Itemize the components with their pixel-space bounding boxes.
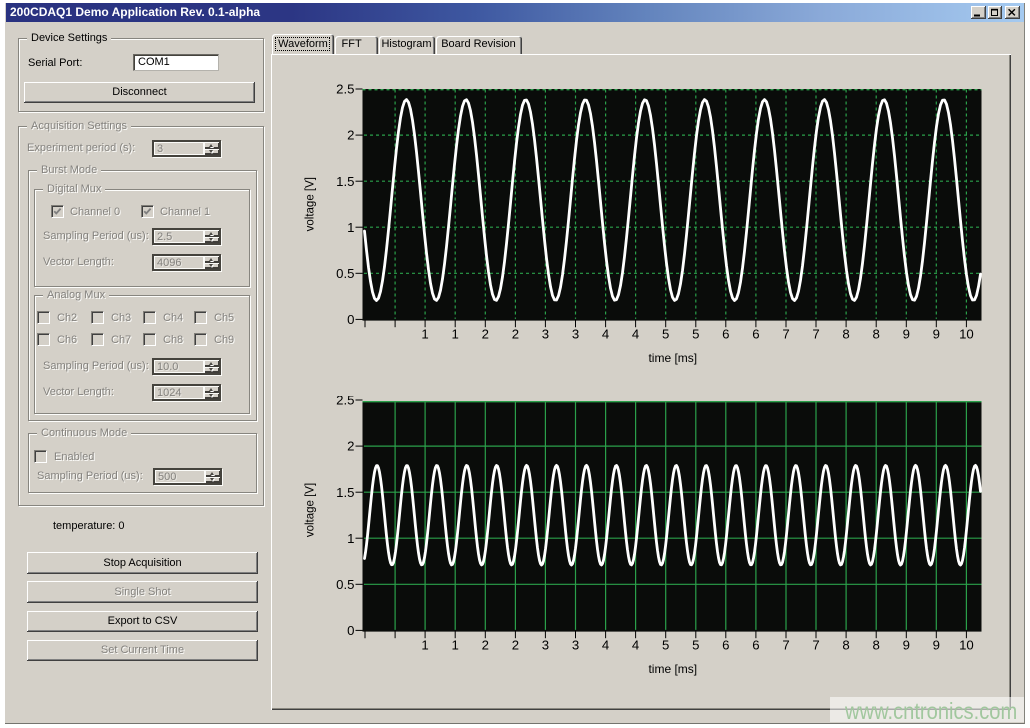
svg-text:1: 1 xyxy=(452,637,459,652)
svg-text:9: 9 xyxy=(903,637,910,652)
svg-text:6: 6 xyxy=(752,637,759,652)
svg-text:2.5: 2.5 xyxy=(336,84,354,97)
svg-text:voltage [V]: voltage [V] xyxy=(305,483,317,537)
svg-text:2: 2 xyxy=(482,637,489,652)
svg-text:5: 5 xyxy=(662,637,669,652)
svg-text:7: 7 xyxy=(812,637,819,652)
svg-text:6: 6 xyxy=(722,326,729,341)
svg-text:0.5: 0.5 xyxy=(336,266,354,281)
svg-text:2: 2 xyxy=(347,128,354,143)
svg-text:0: 0 xyxy=(347,312,354,327)
svg-text:6: 6 xyxy=(722,637,729,652)
svg-text:10: 10 xyxy=(959,637,974,652)
svg-text:9: 9 xyxy=(903,326,910,341)
svg-text:1.5: 1.5 xyxy=(336,485,354,500)
svg-text:1: 1 xyxy=(347,531,354,546)
svg-text:9: 9 xyxy=(933,637,940,652)
svg-text:5: 5 xyxy=(692,637,699,652)
svg-text:8: 8 xyxy=(842,637,849,652)
svg-text:time [ms]: time [ms] xyxy=(648,662,697,676)
svg-text:7: 7 xyxy=(812,326,819,341)
svg-text:0: 0 xyxy=(347,623,354,638)
svg-text:4: 4 xyxy=(632,637,639,652)
svg-text:1: 1 xyxy=(421,326,428,341)
svg-text:1: 1 xyxy=(347,220,354,235)
svg-text:0.5: 0.5 xyxy=(336,577,354,592)
svg-text:8: 8 xyxy=(873,637,880,652)
svg-text:2: 2 xyxy=(347,439,354,454)
svg-text:3: 3 xyxy=(542,637,549,652)
svg-text:1: 1 xyxy=(421,637,428,652)
svg-text:3: 3 xyxy=(572,326,579,341)
svg-text:1: 1 xyxy=(452,326,459,341)
svg-text:5: 5 xyxy=(692,326,699,341)
svg-text:voltage [V]: voltage [V] xyxy=(305,177,317,231)
svg-text:8: 8 xyxy=(842,326,849,341)
svg-text:2: 2 xyxy=(482,326,489,341)
svg-text:2.5: 2.5 xyxy=(336,396,354,408)
svg-text:9: 9 xyxy=(933,326,940,341)
svg-text:1.5: 1.5 xyxy=(336,174,354,189)
svg-text:4: 4 xyxy=(602,326,609,341)
svg-text:2: 2 xyxy=(512,637,519,652)
svg-text:2: 2 xyxy=(512,326,519,341)
svg-text:8: 8 xyxy=(873,326,880,341)
svg-text:7: 7 xyxy=(782,637,789,652)
svg-text:5: 5 xyxy=(662,326,669,341)
svg-text:4: 4 xyxy=(632,326,639,341)
svg-text:4: 4 xyxy=(602,637,609,652)
svg-text:6: 6 xyxy=(752,326,759,341)
svg-text:time [ms]: time [ms] xyxy=(648,351,697,365)
svg-text:3: 3 xyxy=(572,637,579,652)
svg-text:7: 7 xyxy=(782,326,789,341)
svg-text:3: 3 xyxy=(542,326,549,341)
svg-text:10: 10 xyxy=(959,326,974,341)
